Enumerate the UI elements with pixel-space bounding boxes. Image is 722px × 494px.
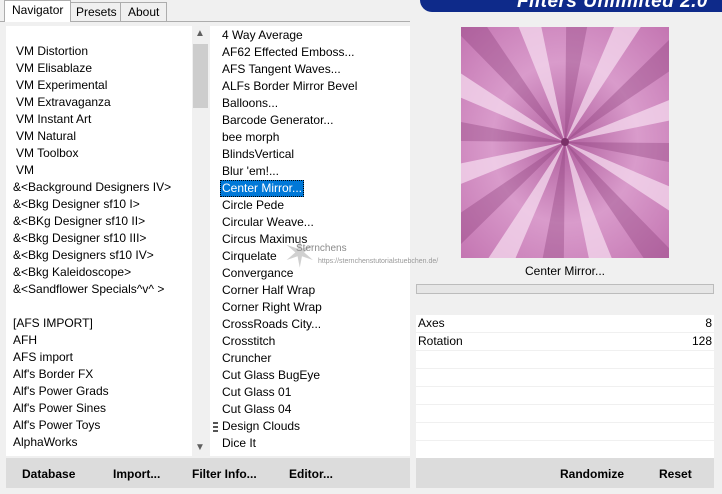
filter-item[interactable]: Corner Half Wrap: [220, 282, 317, 299]
filter-item[interactable]: BlindsVertical: [220, 146, 296, 163]
param-label: Axes: [418, 316, 445, 330]
tab-about[interactable]: About: [120, 2, 168, 21]
category-item[interactable]: AlphaWorks: [13, 434, 77, 451]
category-item[interactable]: &<Background Designers IV>: [13, 179, 171, 196]
preview-filter-name: Center Mirror...: [524, 264, 605, 278]
reset-button[interactable]: Reset: [659, 466, 692, 482]
filter-item[interactable]: Corner Right Wrap: [220, 299, 324, 316]
filter-item[interactable]: CrossRoads City...: [220, 316, 323, 333]
category-item[interactable]: Alf's Power Grads: [13, 383, 109, 400]
param-value[interactable]: 128: [692, 333, 712, 350]
app-banner: Filters Unlimited 2.0: [420, 0, 722, 12]
filter-item[interactable]: Cut Glass 01: [220, 384, 293, 401]
category-item[interactable]: Alf's Power Toys: [13, 417, 100, 434]
tab-presets[interactable]: Presets: [68, 2, 125, 21]
filter-item[interactable]: Barcode Generator...: [220, 112, 335, 129]
filter-item[interactable]: Crosstitch: [220, 333, 277, 350]
category-item[interactable]: VM: [16, 162, 34, 179]
category-item[interactable]: Alf's Border FX: [13, 366, 93, 383]
param-row-rotation[interactable]: Rotation 128: [416, 333, 714, 351]
parameter-area: Axes 8 Rotation 128: [416, 315, 714, 459]
scroll-down-icon[interactable]: ▼: [195, 442, 205, 453]
category-item[interactable]: VM Experimental: [16, 77, 107, 94]
category-item[interactable]: VM Extravaganza: [16, 94, 111, 111]
category-item[interactable]: &<BKg Designer sf10 II>: [13, 213, 145, 230]
scroll-thumb[interactable]: [193, 44, 208, 108]
param-row-empty: [416, 351, 714, 369]
import-button[interactable]: Import...: [113, 466, 160, 482]
category-item[interactable]: VM Elisablaze: [16, 60, 92, 77]
filter-info-button[interactable]: Filter Info...: [192, 466, 257, 482]
param-row-empty: [416, 387, 714, 405]
category-list[interactable]: VM Distortion VM Elisablaze VM Experimenta…: [6, 26, 209, 456]
filter-item[interactable]: Blur 'em!...: [220, 163, 281, 180]
filter-item[interactable]: Circular Weave...: [220, 214, 316, 231]
filter-item[interactable]: Cruncher: [220, 350, 273, 367]
category-item[interactable]: VM Natural: [16, 128, 76, 145]
filter-item[interactable]: 4 Way Average: [220, 27, 305, 44]
filter-item[interactable]: Center Mirror...: [220, 180, 305, 197]
filter-item[interactable]: AF62 Effected Emboss...: [220, 44, 357, 61]
param-row-empty: [416, 423, 714, 441]
category-scrollbar[interactable]: ▲ ▼: [192, 26, 209, 456]
filter-item[interactable]: ALFs Border Mirror Bevel: [220, 78, 359, 95]
randomize-button[interactable]: Randomize: [560, 466, 624, 482]
category-item[interactable]: [AFS IMPORT]: [13, 315, 93, 332]
filter-item[interactable]: bee morph: [220, 129, 281, 146]
editor-button[interactable]: Editor...: [289, 466, 333, 482]
scroll-up-icon[interactable]: ▲: [195, 28, 205, 39]
category-item[interactable]: AFS import: [13, 349, 73, 366]
category-item[interactable]: &<Sandflower Specials^v^ >: [13, 281, 164, 298]
category-item[interactable]: VM Instant Art: [16, 111, 91, 128]
drag-grip-icon[interactable]: [213, 422, 218, 434]
filter-item[interactable]: Design Clouds: [220, 418, 302, 435]
filter-item[interactable]: Dice It: [220, 435, 258, 452]
watermark-name: Sternchens: [296, 243, 347, 254]
filter-item[interactable]: Cirquelate: [220, 248, 279, 265]
filter-item[interactable]: Cut Glass BugEye: [220, 367, 322, 384]
category-item[interactable]: &<Bkg Designer sf10 I>: [13, 196, 140, 213]
progress-bar: [416, 284, 714, 294]
param-row-empty: [416, 405, 714, 423]
category-item[interactable]: AFH: [13, 332, 37, 349]
category-item[interactable]: &<Bkg Designer sf10 III>: [13, 230, 146, 247]
filter-item[interactable]: Balloons...: [220, 95, 280, 112]
param-value[interactable]: 8: [705, 315, 712, 332]
filter-preview-image: [461, 27, 669, 258]
category-item[interactable]: VM Distortion: [16, 43, 88, 60]
filter-item[interactable]: Circle Pede: [220, 197, 286, 214]
category-item[interactable]: VM Toolbox: [16, 145, 78, 162]
param-label: Rotation: [418, 334, 463, 348]
param-row-axes[interactable]: Axes 8: [416, 315, 714, 333]
filter-item[interactable]: Cut Glass 04: [220, 401, 293, 418]
category-item[interactable]: &<Bkg Kaleidoscope>: [13, 264, 131, 281]
watermark-star-icon: ✶: [283, 232, 317, 276]
database-button[interactable]: Database: [22, 466, 75, 482]
filter-item[interactable]: AFS Tangent Waves...: [220, 61, 343, 78]
app-title: Filters Unlimited 2.0: [516, 0, 708, 12]
tab-navigator[interactable]: Navigator: [4, 0, 72, 22]
category-item[interactable]: &<Bkg Designers sf10 IV>: [13, 247, 154, 264]
param-row-empty: [416, 369, 714, 387]
category-item[interactable]: Alf's Power Sines: [13, 400, 106, 417]
param-row-empty: [416, 441, 714, 459]
